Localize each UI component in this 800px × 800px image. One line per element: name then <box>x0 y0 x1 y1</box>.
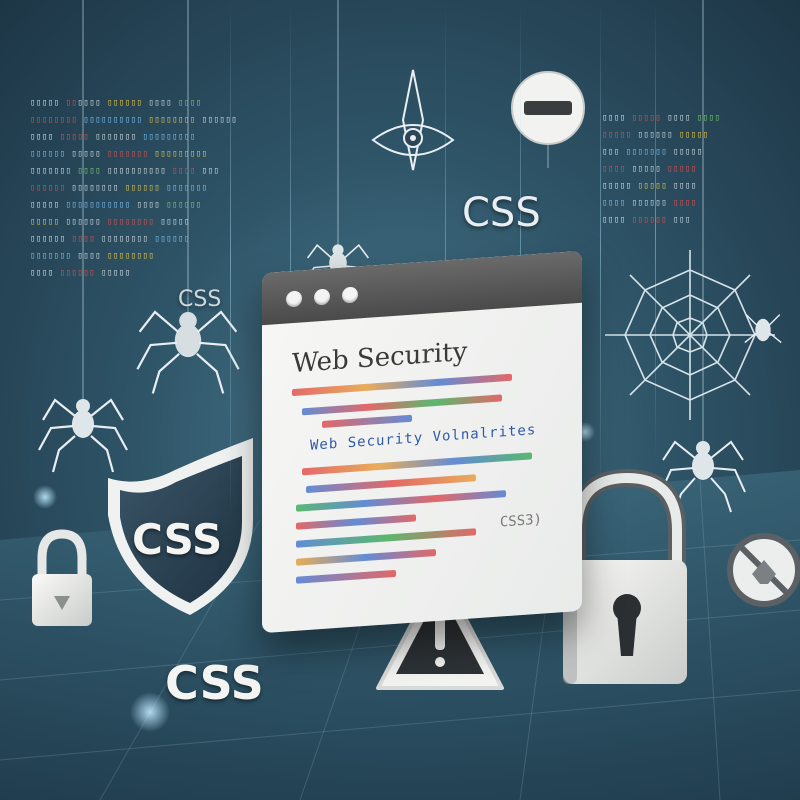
code-block-left: ▯▯▯▯▯ ▯▯▯▯▯▯ ▯▯▯▯▯▯ ▯▯▯▯ ▯▯▯▯ ▯▯▯▯▯▯▯▯ ▯… <box>30 98 238 278</box>
spider-icon <box>38 398 128 473</box>
code-smear <box>306 474 476 494</box>
code-smear <box>302 452 532 476</box>
spider-icon <box>744 314 782 344</box>
spider-icon <box>136 310 240 394</box>
code-smear <box>322 414 412 428</box>
glow-dot <box>130 692 170 732</box>
code-smear <box>296 569 396 584</box>
minus-icon <box>511 71 585 168</box>
eye-icon <box>371 69 455 171</box>
light-line <box>600 0 601 500</box>
code-smear <box>296 549 436 566</box>
code-smear <box>292 373 512 397</box>
css-label-top: CSS <box>462 190 541 236</box>
light-line <box>655 0 656 460</box>
css-label-left: CSS <box>178 287 222 312</box>
css-label-bottom: CSS <box>165 656 264 710</box>
code-smear <box>296 528 476 548</box>
code-smear <box>296 490 506 512</box>
window-subtitle: Web Security Volnalrites <box>310 422 537 454</box>
glow-dot <box>33 485 57 509</box>
window-control-dot[interactable] <box>286 290 302 308</box>
window-control-dot[interactable] <box>314 288 330 306</box>
css-label-shield: CSS <box>132 515 223 564</box>
blocked-icon <box>727 533 800 607</box>
code-smear <box>302 394 502 416</box>
code-smear <box>296 514 416 530</box>
code-block-right: ▯▯▯▯ ▯▯▯▯▯ ▯▯▯▯ ▯▯▯▯ ▯▯▯▯▯ ▯▯▯▯▯▯ ▯▯▯▯▯ … <box>602 113 721 225</box>
scene: ▯▯▯▯▯ ▯▯▯▯▯▯ ▯▯▯▯▯▯ ▯▯▯▯ ▯▯▯▯ ▯▯▯▯▯▯▯▯ ▯… <box>0 0 800 800</box>
spider-web-icon <box>605 250 775 420</box>
browser-window: Web Security Web Security Volnalrites CS… <box>262 250 582 634</box>
window-title: Web Security <box>292 336 468 380</box>
window-tag: CSS3) <box>499 511 542 531</box>
window-control-dot[interactable] <box>342 286 358 304</box>
